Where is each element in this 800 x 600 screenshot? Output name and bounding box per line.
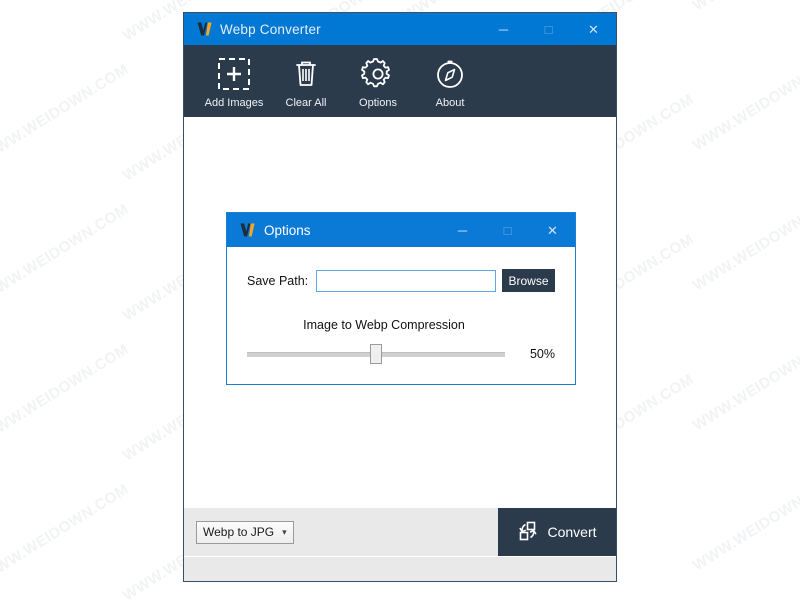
webp-logo-icon [192, 20, 218, 38]
convert-icon [517, 520, 539, 545]
options-dialog-title: Options [264, 222, 311, 238]
watermark-text: WWW.WEIDOWN.COM [690, 470, 800, 575]
main-window-controls: ─ □ ✕ [481, 13, 616, 45]
toolbar-button-about[interactable]: About [414, 45, 486, 117]
close-icon[interactable]: ✕ [530, 214, 575, 246]
watermark-text: WWW.WEIDOWN.COM [690, 50, 800, 155]
options-titlebar[interactable]: Options ─ □ ✕ [227, 213, 575, 247]
status-bar [184, 556, 616, 581]
watermark-text: WWW.WEIDOWN.COM [690, 330, 800, 435]
watermark-text: WWW.WEIDOWN.COM [690, 190, 800, 295]
webp-logo-icon [235, 221, 261, 239]
options-body: Save Path: Browse Image to Webp Compress… [227, 247, 575, 384]
compression-label: Image to Webp Compression [303, 318, 465, 332]
minimize-icon[interactable]: ─ [440, 214, 485, 246]
maximize-icon[interactable]: □ [485, 214, 530, 246]
main-window-title: Webp Converter [220, 21, 321, 37]
trash-icon [289, 56, 323, 92]
browse-button[interactable]: Browse [502, 269, 555, 292]
main-toolbar: Add Images Clear All Options About [184, 45, 616, 117]
compression-slider[interactable] [247, 344, 505, 364]
toolbar-button-options[interactable]: Options [342, 45, 414, 117]
compression-value: 50% [529, 347, 555, 361]
format-select[interactable]: Webp to JPG ▾ [196, 520, 294, 544]
bottom-bar: Webp to JPG ▾ Convert [184, 508, 616, 556]
compass-icon [433, 56, 467, 92]
watermark-text: WWW.WEIDOWN.COM [0, 480, 132, 585]
save-path-label: Save Path: [247, 273, 309, 288]
toolbar-label-about: About [435, 96, 465, 109]
save-path-input[interactable] [316, 269, 496, 292]
maximize-icon[interactable]: □ [526, 13, 571, 45]
toolbar-label-clear-all: Clear All [285, 96, 327, 109]
watermark-text: WWW.WEIDOWN.COM [690, 0, 800, 14]
toolbar-button-add-images[interactable]: Add Images [198, 45, 270, 117]
chevron-down-icon: ▾ [282, 526, 287, 537]
toolbar-label-options: Options [359, 96, 397, 109]
convert-button[interactable]: Convert [498, 508, 616, 556]
close-icon[interactable]: ✕ [571, 13, 616, 45]
compression-slider-row: 50% [247, 344, 555, 364]
options-dialog: Options ─ □ ✕ Save Path: Browse Image to… [226, 212, 576, 385]
slider-thumb[interactable] [370, 344, 382, 364]
add-images-icon [217, 56, 251, 92]
minimize-icon[interactable]: ─ [481, 13, 526, 45]
watermark-text: WWW.WEIDOWN.COM [0, 200, 132, 305]
toolbar-button-clear-all[interactable]: Clear All [270, 45, 342, 117]
toolbar-label-add-images: Add Images [204, 96, 264, 109]
watermark-text: WWW.WEIDOWN.COM [0, 60, 132, 165]
options-window-controls: ─ □ ✕ [440, 214, 575, 246]
main-titlebar[interactable]: Webp Converter ─ □ ✕ [184, 13, 616, 45]
watermark-text: WWW.WEIDOWN.COM [0, 340, 132, 445]
save-path-row: Save Path: Browse [247, 269, 555, 292]
gear-icon [361, 56, 395, 92]
format-select-value: Webp to JPG [203, 525, 275, 539]
convert-button-label: Convert [547, 524, 597, 540]
